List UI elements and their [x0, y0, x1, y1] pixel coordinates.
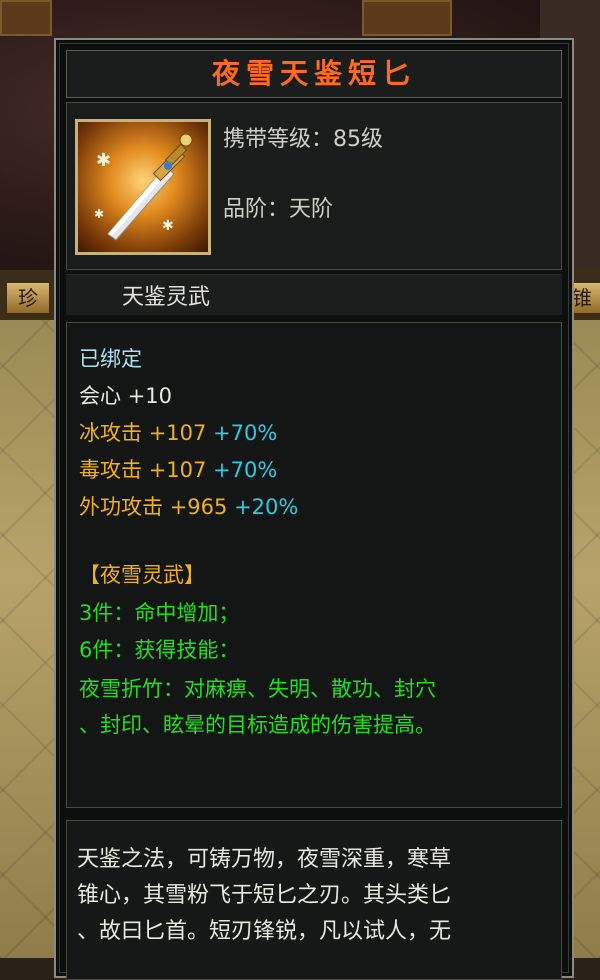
poison-attack-bonus: +70%: [213, 458, 278, 482]
set-bonus-6-piece: 6件：获得技能：: [79, 638, 240, 662]
set-header-row: 天鉴灵武: [66, 274, 562, 315]
description-line-2: 锥心，其雪粉飞于短匕之刃。其头类匕: [77, 883, 452, 908]
ice-attack-value: +107: [148, 421, 207, 445]
poison-attack-value: +107: [148, 458, 207, 482]
grade-text: 品阶：天阶: [223, 197, 334, 222]
svg-text:✱: ✱: [96, 150, 111, 171]
set-skill-line-2: 、封印、眩晕的目标造成的伤害提高。: [79, 713, 436, 737]
bound-status: 已绑定: [79, 347, 142, 371]
svg-text:✱: ✱: [94, 207, 104, 221]
external-attack-label: 外功攻击: [79, 495, 163, 519]
left-tab-button[interactable]: 珍: [6, 282, 50, 314]
dagger-icon: ✱ ✱ ✱: [75, 119, 211, 255]
top-slot-icon-center[interactable]: [362, 0, 452, 36]
ice-attack-attribute: 冰攻击 +107 +70%: [79, 417, 277, 447]
poison-attack-label: 毒攻击: [79, 458, 142, 482]
attribute-panel: 已绑定 会心 +10 冰攻击 +107 +70% 毒攻击 +107 +70% 外…: [66, 322, 562, 808]
ice-attack-label: 冰攻击: [79, 421, 142, 445]
poison-attack-attribute: 毒攻击 +107 +70%: [79, 454, 277, 484]
set-bonus-3-piece: 3件：命中增加；: [79, 601, 240, 625]
item-info-panel: ✱ ✱ ✱ 携带等级：85级 品阶：天阶: [66, 102, 562, 270]
external-attack-bonus: +20%: [234, 495, 299, 519]
set-header-text: 天鉴灵武: [122, 285, 211, 310]
crit-label: 会心: [79, 384, 121, 408]
crit-attribute: 会心 +10: [79, 380, 172, 410]
item-tooltip: 夜雪天鉴短匕 ✱ ✱ ✱ 携带等级：85级 品阶：天阶 天鉴灵武 已绑定 会心 …: [54, 38, 574, 980]
item-title: 夜雪天鉴短匕: [211, 57, 416, 90]
item-description-panel: 天鉴之法，可铸万物，夜雪深重，寒草 锥心，其雪粉飞于短匕之刃。其头类匕 、故曰匕…: [66, 820, 562, 980]
top-slot-icon-left[interactable]: [0, 0, 52, 36]
carry-level-text: 携带等级：85级: [223, 127, 383, 152]
set-name: 【夜雪灵武】: [79, 563, 205, 587]
set-skill-line-1: 夜雪折竹：对麻痹、失明、散功、封穴: [79, 677, 436, 701]
external-attack-attribute: 外功攻击 +965 +20%: [79, 491, 298, 521]
external-attack-value: +965: [169, 495, 228, 519]
ice-attack-bonus: +70%: [213, 421, 278, 445]
svg-text:✱: ✱: [162, 218, 174, 234]
description-line-3: 、故曰匕首。短刃锋锐，凡以试人，无: [77, 919, 452, 944]
description-line-1: 天鉴之法，可铸万物，夜雪深重，寒草: [77, 847, 452, 872]
tooltip-title-bar: 夜雪天鉴短匕: [66, 50, 562, 98]
crit-value: +10: [127, 384, 173, 408]
